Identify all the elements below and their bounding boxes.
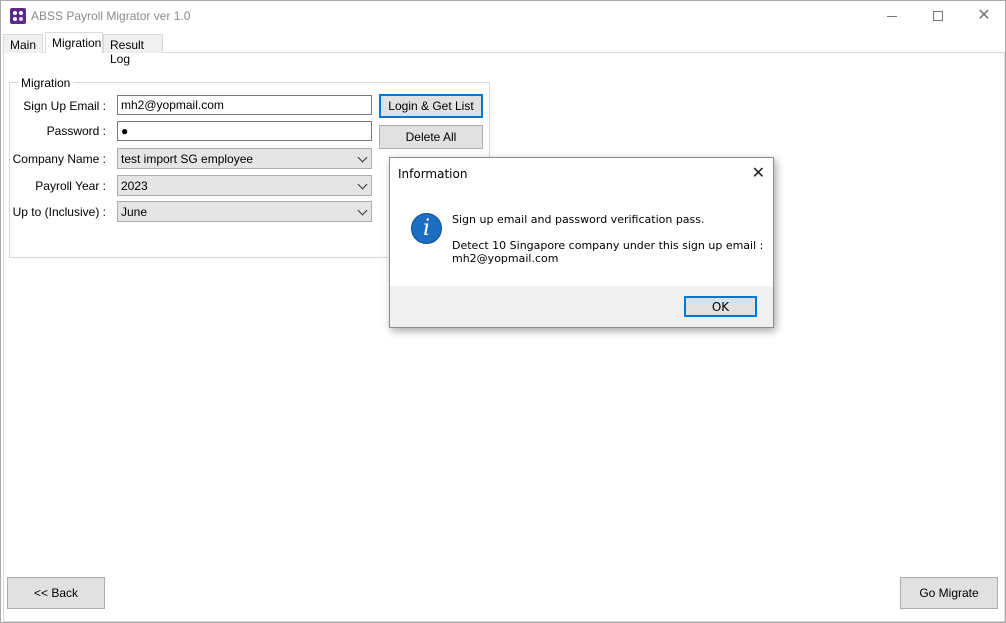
title-bar[interactable]: ABSS Payroll Migrator ver 1.0 ✕ xyxy=(1,1,1005,31)
close-window-button[interactable]: ✕ xyxy=(961,1,1006,31)
app-window: ABSS Payroll Migrator ver 1.0 ✕ Main Mig… xyxy=(0,0,1006,623)
maximize-button[interactable] xyxy=(915,1,961,31)
close-icon: ✕ xyxy=(751,165,765,182)
dialog-message-line3: mh2@yopmail.com xyxy=(452,252,559,265)
ok-button[interactable]: OK xyxy=(684,296,757,317)
tab-migration[interactable]: Migration xyxy=(45,32,103,53)
information-icon: i xyxy=(411,213,442,244)
app-logo-icon xyxy=(10,8,26,24)
chevron-down-icon xyxy=(357,179,368,190)
go-migrate-button[interactable]: Go Migrate xyxy=(900,577,998,609)
tab-main[interactable]: Main xyxy=(3,34,43,53)
delete-all-button[interactable]: Delete All xyxy=(379,125,483,149)
login-get-list-button[interactable]: Login & Get List xyxy=(379,94,483,118)
minimize-button[interactable] xyxy=(869,1,915,31)
company-select-value: test import SG employee xyxy=(121,152,254,166)
dialog-message-line2: Detect 10 Singapore company under this s… xyxy=(452,239,764,252)
tab-strip: Main Migration Result Log xyxy=(3,32,1005,66)
upto-label: Up to (Inclusive) : xyxy=(12,205,106,219)
close-icon: ✕ xyxy=(977,7,991,24)
company-select[interactable]: test import SG employee xyxy=(117,148,372,169)
password-label: Password : xyxy=(46,124,106,138)
dialog-message-line1: Sign up email and password verification … xyxy=(452,213,705,226)
dialog-body: i Sign up email and password verificatio… xyxy=(390,188,773,286)
chevron-down-icon xyxy=(357,205,368,216)
back-button[interactable]: << Back xyxy=(7,577,105,609)
migration-group-label: Migration xyxy=(18,76,74,90)
tab-result-log[interactable]: Result Log xyxy=(103,34,163,66)
year-label: Payroll Year : xyxy=(35,179,106,193)
dialog-footer: OK xyxy=(390,286,773,327)
year-select-value: 2023 xyxy=(121,179,148,193)
upto-select[interactable]: June xyxy=(117,201,372,222)
email-field[interactable]: mh2@yopmail.com xyxy=(117,95,372,115)
window-title: ABSS Payroll Migrator ver 1.0 xyxy=(31,9,191,23)
company-label: Company Name : xyxy=(12,152,106,166)
password-field[interactable]: ● xyxy=(117,121,372,141)
upto-select-value: June xyxy=(121,205,148,219)
dialog-close-button[interactable]: ✕ xyxy=(752,163,765,183)
year-select[interactable]: 2023 xyxy=(117,175,372,196)
information-dialog: Information ✕ i Sign up email and passwo… xyxy=(389,157,774,328)
maximize-icon xyxy=(933,11,943,21)
email-label: Sign Up Email : xyxy=(23,99,106,113)
chevron-down-icon xyxy=(357,152,368,163)
minimize-icon xyxy=(887,15,897,17)
dialog-title: Information xyxy=(398,167,468,181)
